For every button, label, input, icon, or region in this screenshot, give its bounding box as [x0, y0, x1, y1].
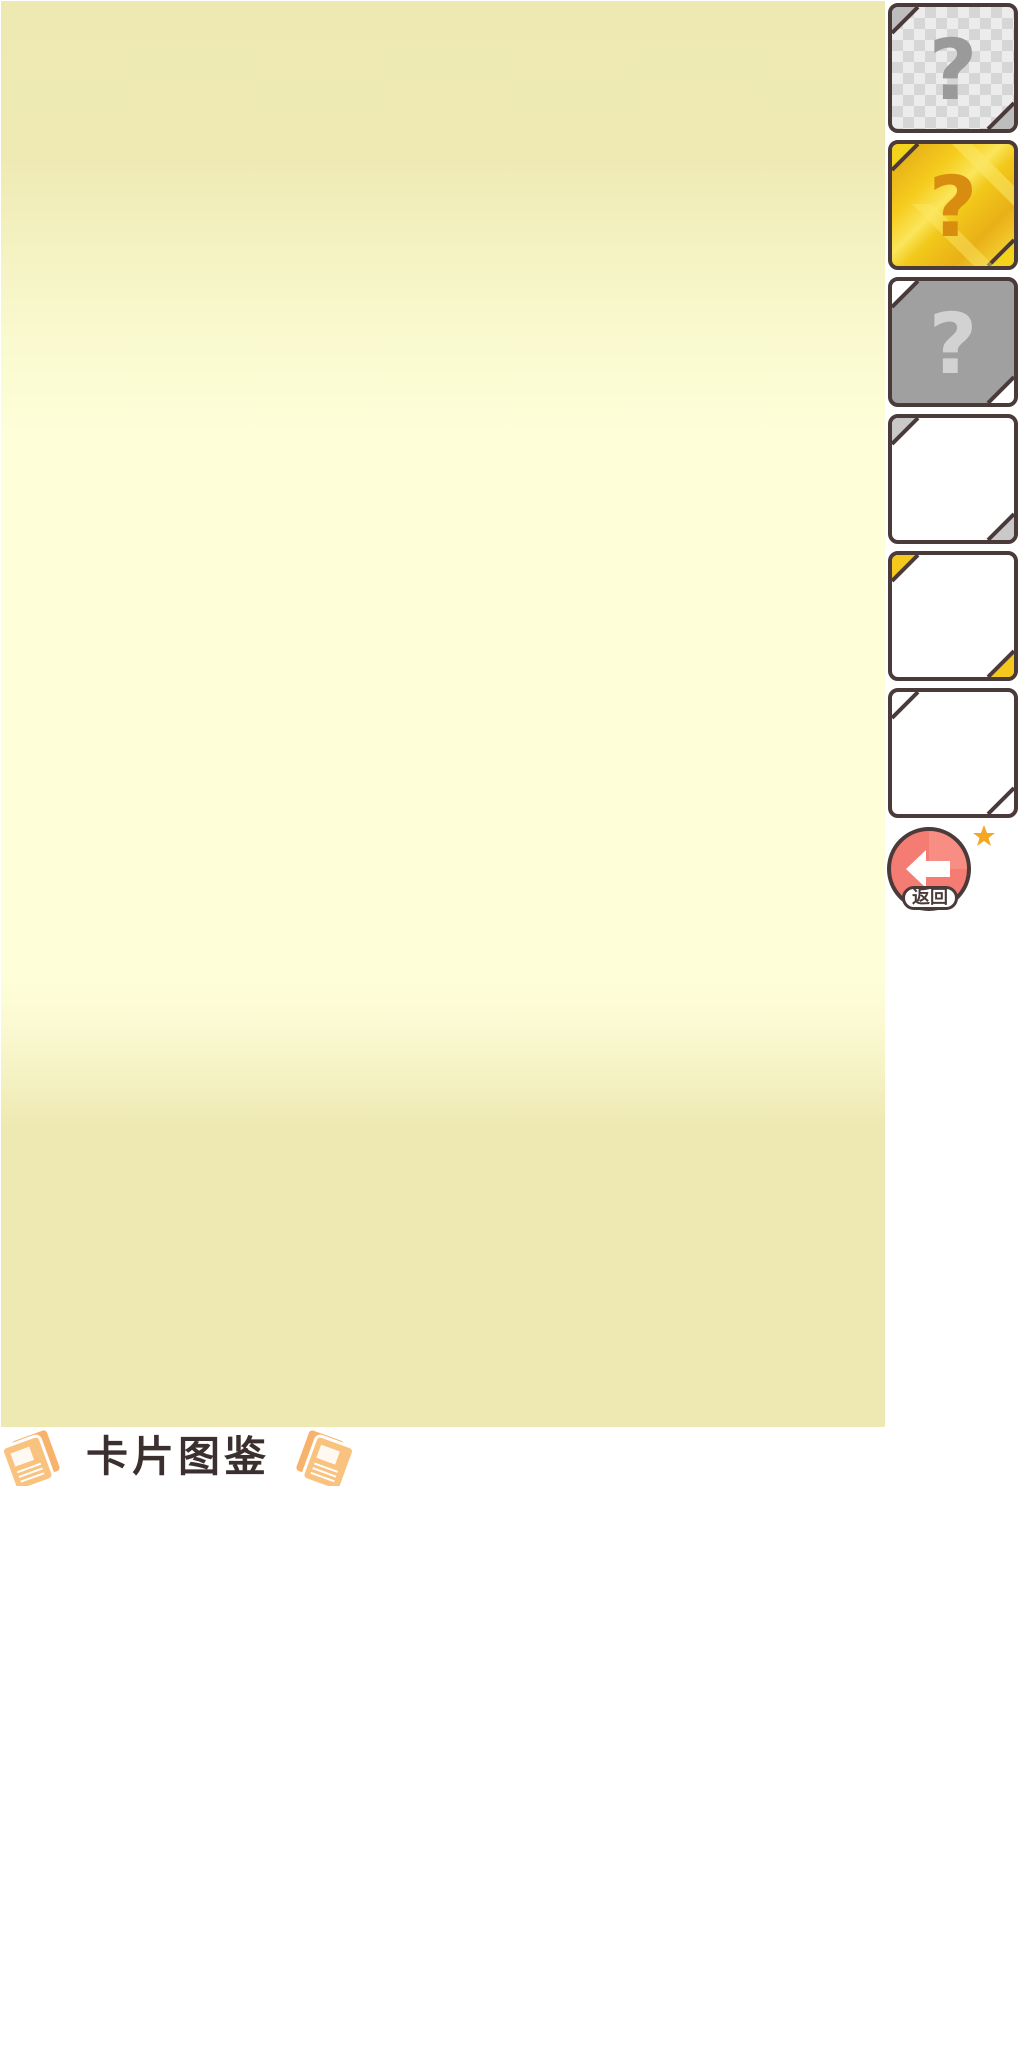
- question-mark-icon: ?: [928, 21, 978, 119]
- card-corner-marks: [892, 692, 1014, 814]
- page-title: 卡片图鉴: [86, 1432, 271, 1481]
- card-slot-gold-frame[interactable]: [888, 551, 1018, 681]
- card-display-panel: [1, 1, 885, 1427]
- card-slot-plain-frame[interactable]: [888, 688, 1018, 818]
- card-slot-silver-frame[interactable]: [888, 414, 1018, 544]
- star-icon: [973, 825, 995, 846]
- card-slot-gray-unknown[interactable]: ?: [888, 277, 1018, 407]
- card-stack-icon: [1, 1428, 63, 1486]
- card-stack-icon: [293, 1428, 355, 1486]
- question-mark-icon: ?: [928, 295, 978, 393]
- question-mark-icon: ?: [928, 158, 978, 256]
- card-slot-gold-unknown[interactable]: ?: [888, 140, 1018, 270]
- card-slot-silver-unknown[interactable]: ?: [888, 3, 1018, 133]
- card-corner-marks: [892, 418, 1014, 540]
- card-corner-marks: [892, 555, 1014, 677]
- back-button-label: 返回: [902, 886, 958, 910]
- game-screen: ? ? ? 返回 卡片图鉴: [0, 0, 1024, 2048]
